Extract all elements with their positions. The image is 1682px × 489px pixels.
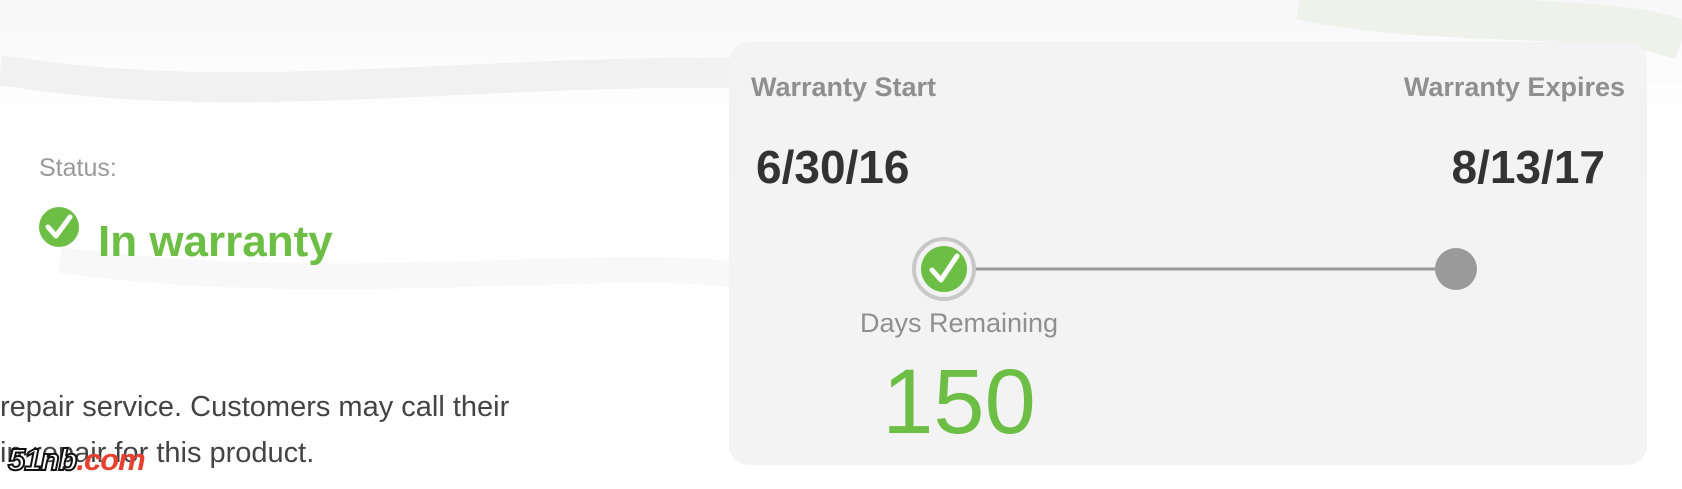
- description-line-1: repair service. Customers may call their: [0, 391, 510, 423]
- timeline-end-marker: [1435, 248, 1477, 290]
- watermark-logo: 51nb.com: [7, 442, 146, 477]
- days-remaining-value: 150: [882, 351, 1036, 453]
- watermark-suffix: .com: [76, 442, 145, 477]
- timeline-start-marker: [912, 237, 976, 301]
- status-value: In warranty: [98, 217, 333, 266]
- warranty-card: Warranty Start Warranty Expires 6/30/16 …: [729, 42, 1647, 465]
- days-remaining-label: Days Remaining: [859, 308, 1059, 338]
- watermark-text: 51nb: [7, 442, 78, 477]
- check-circle-icon: [39, 207, 79, 247]
- status-indicator: In warranty: [38, 206, 333, 264]
- status-label: Status:: [39, 154, 117, 182]
